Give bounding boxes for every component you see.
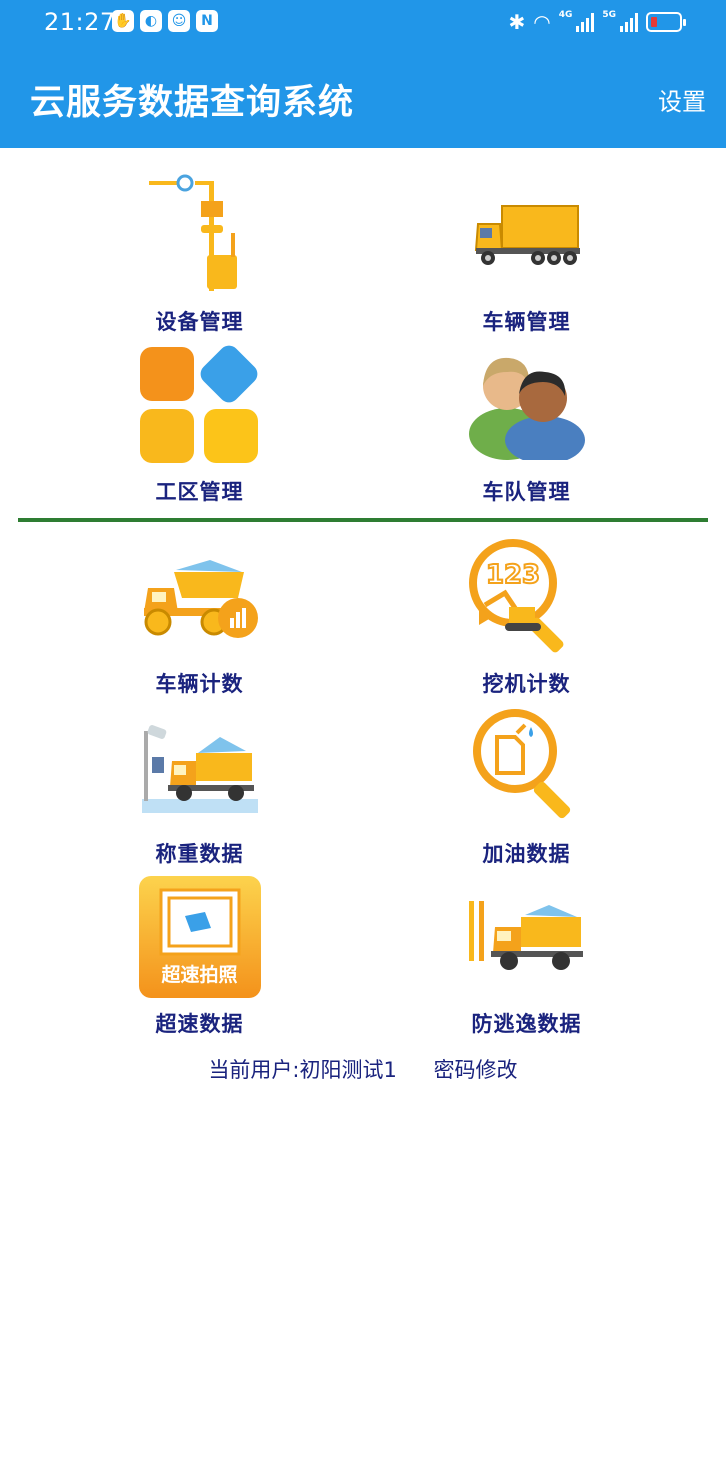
menu-vehicle-management[interactable]: 车辆管理 — [345, 170, 708, 340]
fuel-search-icon — [462, 702, 592, 832]
menu-label: 工区管理 — [155, 480, 244, 504]
menu-label: 称重数据 — [155, 842, 244, 866]
menu-label: 车辆管理 — [482, 310, 571, 334]
status-time: 21:27 — [44, 8, 116, 36]
truck-icon — [462, 170, 592, 300]
app-icon: ◐ — [140, 10, 162, 32]
speed-photo-text: 超速拍照 — [161, 964, 238, 986]
current-user: 当前用户:初阳测试1 — [208, 1058, 397, 1082]
menu-excavator-count[interactable]: 123 挖机计数 — [345, 532, 708, 702]
status-bar: 21:27 ✋ ◐ ☺ N ✱ ◠ 4G 5G — [0, 0, 726, 46]
hand-icon: ✋ — [112, 10, 134, 32]
menu-speeding-data[interactable]: 超速拍照 超速数据 — [18, 872, 381, 1042]
anti-escape-icon — [462, 872, 592, 1002]
footer: 当前用户:初阳测试1 密码修改 — [0, 1054, 726, 1084]
menu-label: 防逃逸数据 — [471, 1012, 582, 1036]
people-icon — [462, 340, 592, 470]
tiles-icon — [135, 340, 265, 470]
page-title: 云服务数据查询系统 — [30, 83, 355, 123]
menu-label: 车辆计数 — [155, 672, 244, 696]
menu-label: 挖机计数 — [482, 672, 571, 696]
notification-icons: ✋ ◐ ☺ N — [112, 10, 218, 32]
app2-icon: ☺ — [168, 10, 190, 32]
signal-icon — [620, 12, 638, 32]
settings-button[interactable]: 设置 — [658, 82, 706, 117]
menu-fuel-data[interactable]: 加油数据 — [345, 702, 708, 872]
net-type-1: 4G — [558, 10, 573, 20]
menu-anti-escape-data[interactable]: 防逃逸数据 — [345, 872, 708, 1042]
weighbridge-icon — [135, 702, 265, 832]
wifi-icon: ◠ — [533, 10, 551, 34]
dump-truck-chart-icon — [135, 532, 265, 662]
speed-camera-icon: 超速拍照 — [135, 872, 265, 1002]
menu-label: 设备管理 — [155, 310, 244, 334]
menu-weighing-data[interactable]: 称重数据 — [18, 702, 381, 872]
section-divider — [18, 518, 708, 522]
menu-label: 超速数据 — [155, 1012, 244, 1036]
signal-icon — [576, 12, 595, 32]
svg-text:123: 123 — [485, 560, 539, 590]
menu-label: 加油数据 — [482, 842, 571, 866]
change-password-link[interactable]: 密码修改 — [434, 1054, 518, 1084]
menu-fleet-management[interactable]: 车队管理 — [345, 340, 708, 510]
battery-icon — [646, 12, 686, 32]
menu-work-area-management[interactable]: 工区管理 — [18, 340, 381, 510]
excavator-counter-icon: 123 — [462, 532, 592, 662]
menu-vehicle-count[interactable]: 车辆计数 — [18, 532, 381, 702]
menu-label: 车队管理 — [482, 480, 571, 504]
device-pole-icon — [135, 170, 265, 300]
status-right: ✱ ◠ 4G 5G — [508, 10, 686, 34]
nfc-icon: N — [196, 10, 218, 32]
app-header: 21:27 ✋ ◐ ☺ N ✱ ◠ 4G 5G 云服务数据查询系统 设置 — [0, 0, 726, 148]
menu-device-management[interactable]: 设备管理 — [18, 170, 381, 340]
net-type-2: 5G — [602, 10, 616, 20]
bluetooth-icon: ✱ — [508, 10, 526, 34]
